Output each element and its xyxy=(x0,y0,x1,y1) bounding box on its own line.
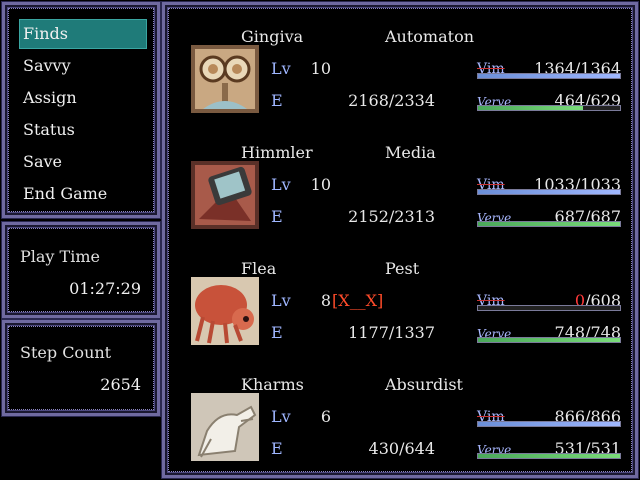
vim-bar xyxy=(477,421,621,427)
step-count-label: Step Count xyxy=(20,343,112,362)
vim-bar xyxy=(477,73,621,79)
member-class: Automaton xyxy=(385,27,474,46)
verve-bar xyxy=(477,453,621,459)
exp-label: E xyxy=(271,91,283,110)
menu-item-end-game[interactable]: End Game xyxy=(19,179,147,209)
play-time-value: 01:27:29 xyxy=(69,279,141,298)
command-menu: Finds Savvy Assign Status Save End Game xyxy=(1,1,161,219)
party-member-gingiva[interactable]: Gingiva Automaton Lv 10 E 2168/2334 Vim … xyxy=(165,7,635,123)
verve-fill xyxy=(478,454,620,458)
level-value: 8 xyxy=(320,291,331,310)
party-member-himmler[interactable]: Himmler Media Lv 10 E 2152/2313 Vim 1033… xyxy=(165,123,635,239)
exp-value: 1177/1337 xyxy=(348,323,435,342)
verve-bar xyxy=(477,337,621,343)
member-name: Flea xyxy=(241,259,277,278)
party-member-flea[interactable]: Flea Pest Lv 8 [X__X] E 1177/1337 Vim 0/… xyxy=(165,239,635,355)
exp-value: 2152/2313 xyxy=(348,207,435,226)
verve-fill xyxy=(478,106,584,110)
tv-head-portrait-icon xyxy=(191,161,259,229)
verve-fill xyxy=(478,338,620,342)
exp-value: 2168/2334 xyxy=(348,91,435,110)
level-label: Lv xyxy=(271,59,291,78)
menu-item-assign[interactable]: Assign xyxy=(19,83,147,113)
play-time-panel: Play Time 01:27:29 xyxy=(1,221,161,319)
party-member-kharms[interactable]: Kharms Absurdist Lv 6 E 430/644 Vim 866/… xyxy=(165,355,635,471)
level-value: 10 xyxy=(310,175,331,194)
menu-item-finds[interactable]: Finds xyxy=(19,19,147,49)
level-value: 6 xyxy=(320,407,331,426)
vim-fill xyxy=(478,74,620,78)
step-count-value: 2654 xyxy=(100,375,141,394)
exp-label: E xyxy=(271,207,283,226)
play-time-label: Play Time xyxy=(20,247,100,266)
exp-value: 430/644 xyxy=(368,439,435,458)
level-label: Lv xyxy=(271,407,291,426)
flea-portrait-icon xyxy=(191,277,259,345)
verve-bar xyxy=(477,105,621,111)
vim-fill xyxy=(478,422,620,426)
level-label: Lv xyxy=(271,175,291,194)
verve-fill xyxy=(478,222,620,226)
member-name: Himmler xyxy=(241,143,313,162)
vim-bar xyxy=(477,305,621,311)
vim-fill xyxy=(478,190,620,194)
member-class: Absurdist xyxy=(385,375,463,394)
menu-item-save[interactable]: Save xyxy=(19,147,147,177)
party-panel: Gingiva Automaton Lv 10 E 2168/2334 Vim … xyxy=(161,1,639,479)
member-name: Gingiva xyxy=(241,27,304,46)
vim-bar xyxy=(477,189,621,195)
level-label: Lv xyxy=(271,291,291,310)
status-ailment: [X__X] xyxy=(332,291,384,310)
exp-label: E xyxy=(271,439,283,458)
exp-label: E xyxy=(271,323,283,342)
member-class: Pest xyxy=(385,259,420,278)
member-class: Media xyxy=(385,143,436,162)
menu-item-status[interactable]: Status xyxy=(19,115,147,145)
hand-portrait-icon xyxy=(191,393,259,461)
spectacles-portrait-icon xyxy=(191,45,259,113)
step-count-panel: Step Count 2654 xyxy=(1,319,161,417)
member-name: Kharms xyxy=(241,375,304,394)
verve-bar xyxy=(477,221,621,227)
level-value: 10 xyxy=(310,59,331,78)
menu-item-savvy[interactable]: Savvy xyxy=(19,51,147,81)
